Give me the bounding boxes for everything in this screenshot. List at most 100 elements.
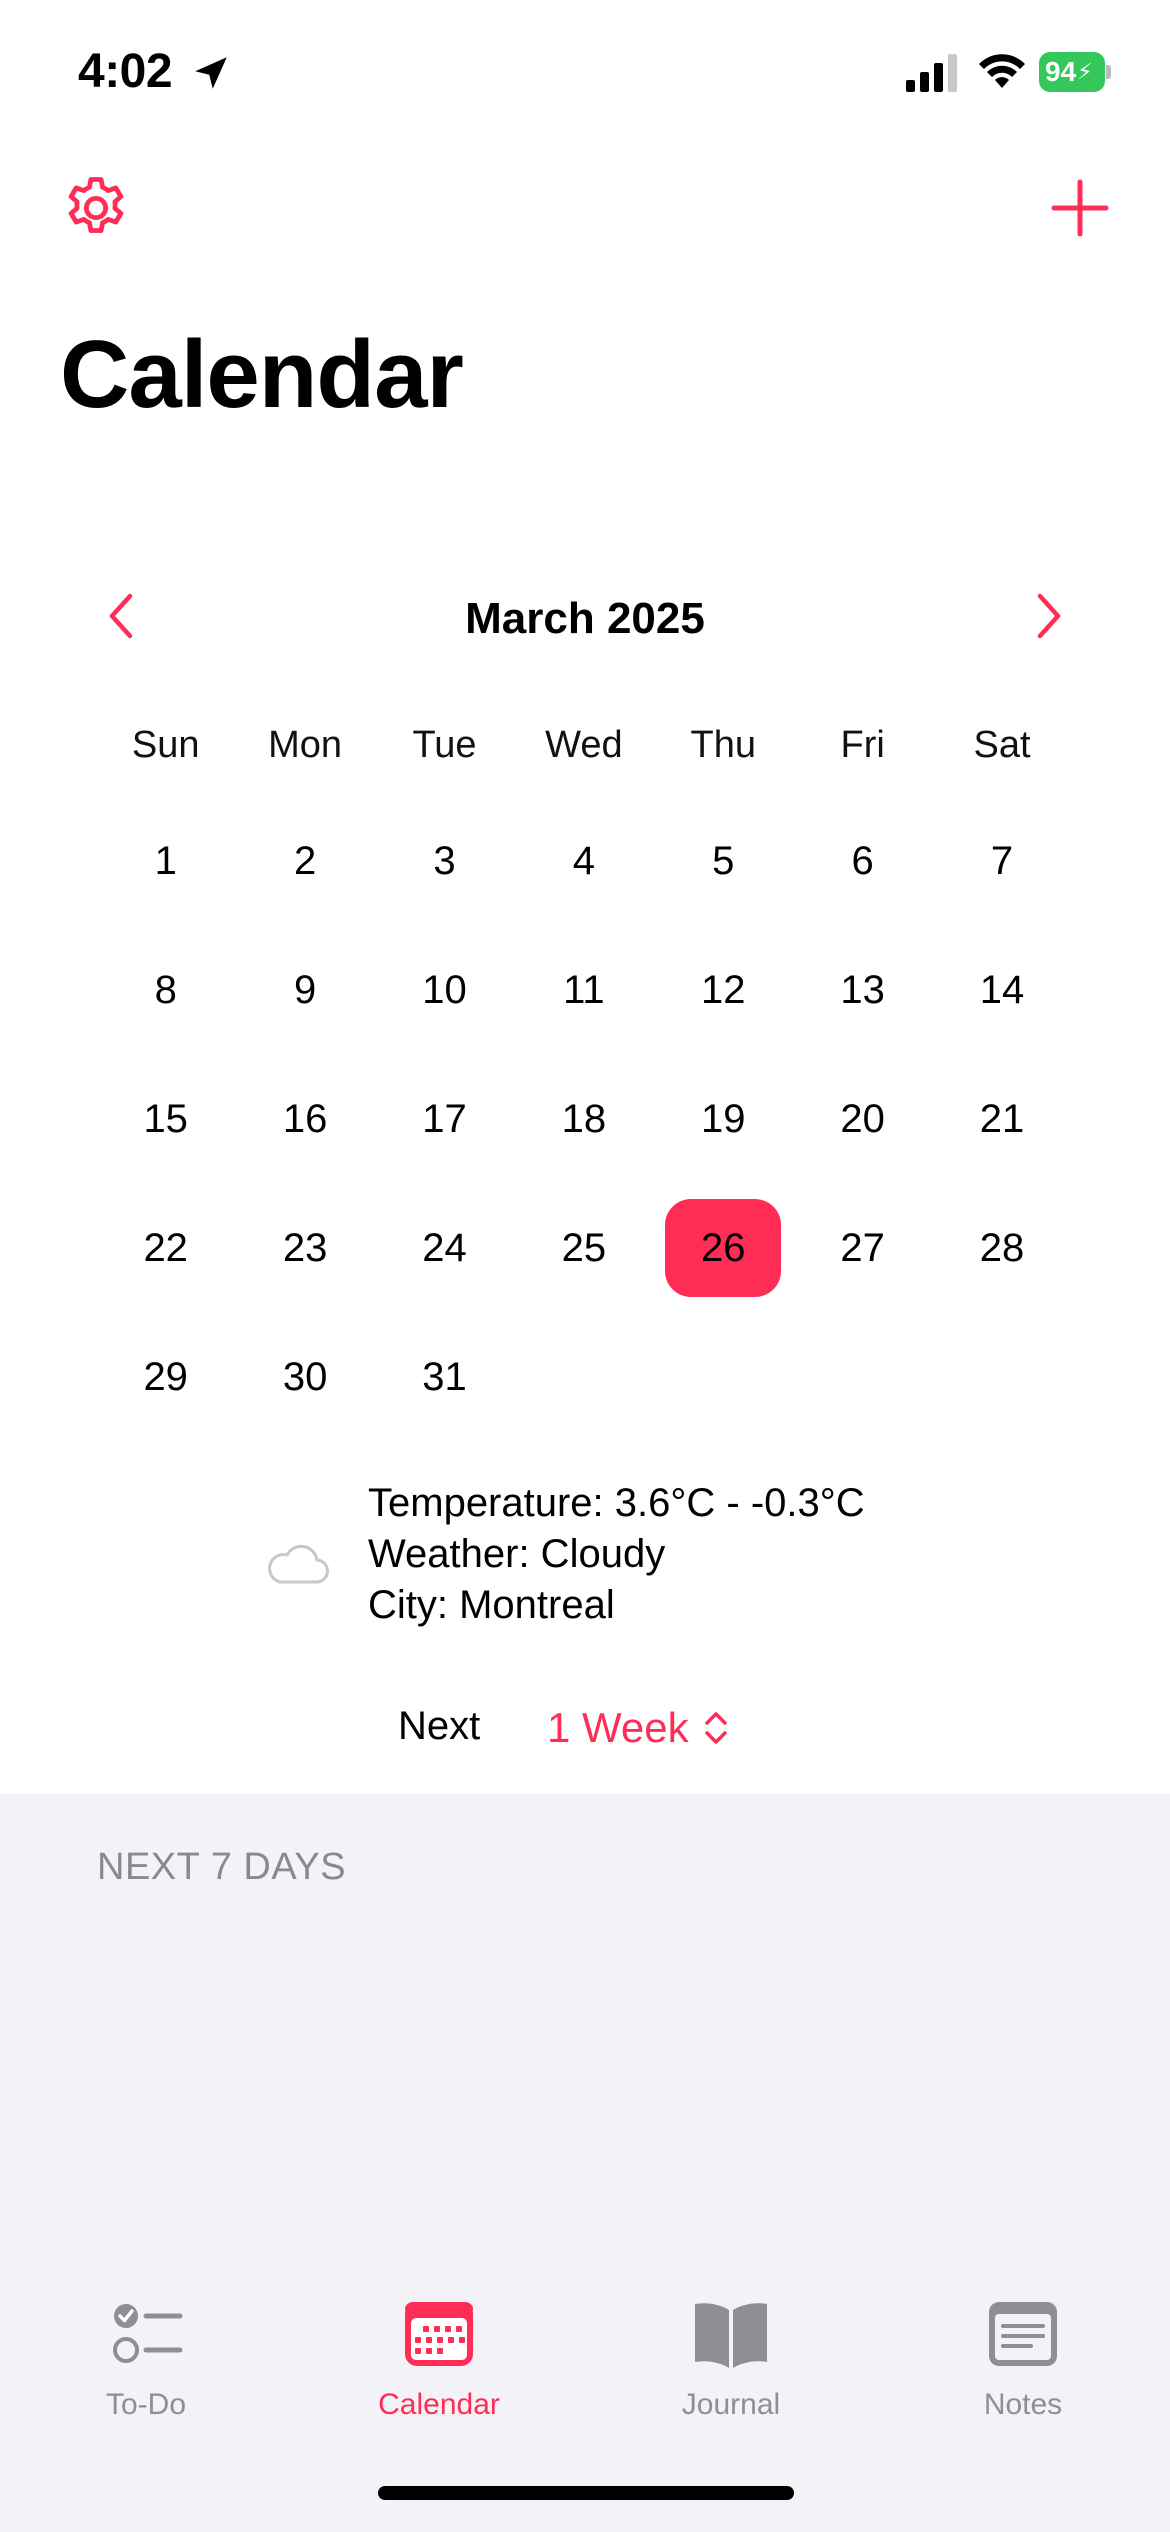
weekday-header: Sun Mon Tue Wed Thu Fri Sat	[96, 724, 1072, 767]
month-header: March 2025	[0, 580, 1170, 660]
plus-icon[interactable]	[1048, 176, 1112, 240]
day-cell[interactable]: 24	[375, 1191, 514, 1320]
tab-label: Calendar	[378, 2388, 500, 2421]
range-label: Next	[398, 1704, 481, 1748]
day-cell-selected[interactable]: 26	[654, 1191, 793, 1320]
cellular-signal-icon	[906, 54, 957, 92]
day-number: 10	[422, 967, 467, 1012]
day-cell[interactable]: 6	[793, 804, 932, 933]
day-number: 27	[840, 1225, 885, 1270]
calendar-icon	[405, 2302, 473, 2366]
day-number: 8	[154, 967, 177, 1012]
day-cell-empty	[932, 1320, 1071, 1449]
cloud-icon	[268, 1544, 329, 1584]
day-number: 16	[282, 1096, 328, 1141]
gear-icon[interactable]	[60, 172, 132, 244]
day-cell[interactable]: 1	[96, 804, 235, 933]
day-number: 25	[561, 1225, 607, 1270]
day-cell[interactable]: 5	[654, 804, 793, 933]
day-cell[interactable]: 18	[514, 1062, 653, 1191]
day-number: 6	[851, 838, 874, 883]
status-bar: 4:02 94 ⚡	[0, 0, 1170, 150]
weather-city: City: Montreal	[368, 1583, 615, 1627]
day-number: 21	[979, 1096, 1025, 1141]
day-number: 29	[143, 1354, 188, 1399]
tab-bar: To-Do Calendar Journal Notes	[0, 2280, 1170, 2440]
day-cell[interactable]: 21	[932, 1062, 1071, 1191]
day-number: 13	[840, 967, 885, 1012]
day-number: 28	[979, 1225, 1025, 1270]
range-row: Next 1 Week	[0, 1700, 1170, 1760]
tab-label: Notes	[983, 2388, 1063, 2421]
calendar-days-grid: 1 2 3 4 5 6 7 8 9 10 11 12 13 14 15 16 17 18 19 20 21 22 23 24 2…	[96, 804, 1072, 1449]
day-cell[interactable]: 11	[514, 933, 653, 1062]
day-number: 31	[422, 1354, 467, 1399]
day-cell[interactable]: 30	[235, 1320, 374, 1449]
day-cell[interactable]: 10	[375, 933, 514, 1062]
weekday-label: Wed	[545, 724, 623, 766]
day-cell[interactable]: 28	[932, 1191, 1071, 1320]
day-cell[interactable]: 19	[654, 1062, 793, 1191]
wifi-icon	[979, 54, 1025, 88]
day-cell[interactable]: 9	[235, 933, 374, 1062]
weekday-label: Thu	[690, 724, 756, 766]
day-number: 26	[665, 1199, 782, 1297]
day-number: 15	[143, 1096, 188, 1141]
day-cell[interactable]: 7	[932, 804, 1071, 933]
charging-bolt-icon: ⚡	[1077, 59, 1093, 84]
day-cell[interactable]: 2	[235, 804, 374, 933]
home-indicator[interactable]	[378, 2486, 794, 2500]
day-number: 4	[572, 838, 595, 883]
day-number: 1	[154, 838, 177, 883]
weekday-label: Sun	[131, 724, 200, 766]
calendar-screen: 4:02 94 ⚡ Calendar March 2025 Sun Mon Tu…	[0, 0, 1170, 2532]
day-number: 22	[143, 1225, 188, 1270]
location-arrow-icon	[195, 57, 227, 89]
day-number: 5	[712, 838, 735, 883]
battery-indicator: 94 ⚡	[1039, 52, 1111, 92]
day-cell[interactable]: 8	[96, 933, 235, 1062]
day-number: 18	[561, 1096, 607, 1141]
day-cell[interactable]: 14	[932, 933, 1071, 1062]
tab-label: Journal	[681, 2388, 781, 2421]
range-value: 1 Week	[547, 1704, 689, 1751]
day-cell[interactable]: 22	[96, 1191, 235, 1320]
day-number: 2	[293, 838, 317, 883]
day-cell[interactable]: 12	[654, 933, 793, 1062]
chevron-right-icon[interactable]	[1026, 586, 1070, 646]
day-cell[interactable]: 27	[793, 1191, 932, 1320]
tab-label: To-Do	[105, 2388, 187, 2421]
day-cell[interactable]: 4	[514, 804, 653, 933]
day-cell[interactable]: 29	[96, 1320, 235, 1449]
day-cell[interactable]: 31	[375, 1320, 514, 1449]
tab-calendar[interactable]: Calendar	[339, 2280, 539, 2430]
day-cell[interactable]: 25	[514, 1191, 653, 1320]
tab-todo[interactable]: To-Do	[46, 2280, 246, 2430]
weather-condition: Weather: Cloudy	[368, 1532, 666, 1576]
day-number: 3	[433, 838, 456, 883]
weekday-label: Sat	[973, 724, 1031, 766]
tab-journal[interactable]: Journal	[631, 2280, 831, 2430]
day-cell[interactable]: 15	[96, 1062, 235, 1191]
day-number: 12	[701, 967, 746, 1012]
day-number: 9	[293, 967, 317, 1012]
day-cell-empty	[514, 1320, 653, 1449]
day-number: 20	[840, 1096, 885, 1141]
day-cell-empty	[793, 1320, 932, 1449]
weekday-label: Tue	[412, 724, 477, 766]
weekday-label: Mon	[268, 724, 343, 766]
weekday-label: Fri	[840, 724, 885, 766]
day-cell[interactable]: 17	[375, 1062, 514, 1191]
day-cell[interactable]: 3	[375, 804, 514, 933]
day-cell[interactable]: 13	[793, 933, 932, 1062]
day-number: 11	[563, 967, 605, 1012]
day-cell-empty	[654, 1320, 793, 1449]
day-cell[interactable]: 20	[793, 1062, 932, 1191]
checklist-icon	[113, 2304, 183, 2363]
tab-notes[interactable]: Notes	[923, 2280, 1123, 2430]
range-picker[interactable]: 1 Week	[547, 1704, 731, 1752]
day-number: 23	[282, 1225, 328, 1270]
day-cell[interactable]: 23	[235, 1191, 374, 1320]
day-cell[interactable]: 16	[235, 1062, 374, 1191]
day-number: 14	[979, 967, 1025, 1012]
